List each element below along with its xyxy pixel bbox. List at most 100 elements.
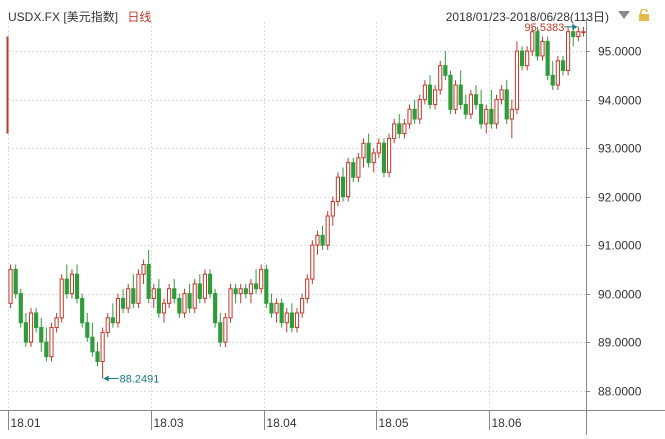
candle-body — [182, 293, 187, 314]
candle-body — [550, 74, 555, 86]
candle-body — [448, 74, 453, 110]
candle-body — [23, 322, 28, 343]
y-tick-label: 89.0000 — [598, 336, 642, 350]
candle-body — [443, 65, 448, 76]
candle-body — [361, 142, 366, 159]
candle-body — [74, 273, 80, 299]
candle-body — [340, 176, 346, 198]
candle-body — [509, 108, 514, 120]
candle-body — [576, 31, 581, 38]
candle-body — [284, 312, 289, 324]
candle-body — [259, 268, 264, 290]
y-tick-label: 88.0000 — [598, 385, 642, 399]
candle-body — [433, 89, 438, 105]
candle-body — [80, 297, 85, 324]
candle-body — [172, 288, 177, 299]
candle-body — [223, 317, 228, 343]
candle-body — [504, 89, 509, 120]
candle-body — [402, 123, 407, 135]
candle-body — [238, 288, 243, 295]
candle-body — [202, 273, 208, 299]
candle-body — [141, 264, 146, 275]
candle-body — [105, 317, 110, 333]
candle-body — [90, 336, 95, 353]
candle-body — [545, 40, 550, 76]
candle-body — [397, 123, 402, 135]
high-value-label: 95.5383 — [525, 22, 565, 34]
y-tick-label: 94.0000 — [598, 94, 642, 108]
candle-body — [187, 293, 192, 309]
candle-body — [39, 327, 44, 343]
candle-body — [110, 317, 115, 324]
low-value-label: 88.2491 — [120, 373, 160, 385]
candle-body — [300, 297, 305, 314]
candle-body — [54, 317, 59, 329]
high-arrow-icon — [572, 23, 578, 30]
candle-body — [453, 84, 458, 110]
candle-body — [28, 312, 34, 343]
candle-body — [156, 288, 161, 314]
candle-body — [146, 264, 151, 299]
candle-body — [248, 283, 254, 295]
candle-body — [218, 322, 223, 343]
low-arrow-icon — [103, 375, 109, 382]
candle-body — [289, 312, 294, 329]
candle-body — [386, 137, 392, 173]
candle-body — [376, 142, 381, 154]
candle-body — [479, 103, 484, 125]
candle-body — [366, 142, 371, 164]
candle-body — [489, 108, 494, 125]
candle-body — [351, 162, 356, 178]
candle-body — [44, 341, 49, 358]
candle-body — [151, 288, 156, 299]
candle-body — [392, 123, 397, 139]
candle-body — [356, 157, 361, 178]
candle-body — [371, 152, 376, 164]
y-tick-label: 90.0000 — [598, 288, 642, 302]
candle-body — [412, 108, 417, 120]
candle-body — [335, 176, 341, 202]
candle-body — [484, 108, 489, 125]
candle-body — [100, 331, 105, 362]
candle-body — [161, 302, 167, 314]
candle-body — [197, 283, 202, 299]
candle-body — [8, 268, 13, 304]
candle-body — [346, 162, 351, 198]
candle-body — [274, 302, 279, 314]
y-tick-label: 93.0000 — [598, 142, 642, 156]
candle-body — [381, 142, 387, 173]
candle-body — [514, 50, 520, 110]
candle-body — [468, 94, 473, 115]
candle-body — [213, 293, 218, 324]
y-tick-label: 92.0000 — [598, 191, 642, 205]
candle-body — [525, 50, 530, 67]
candle-body — [540, 40, 545, 57]
candle-body — [13, 268, 18, 295]
x-tick-label: 18.03 — [154, 416, 184, 430]
candle-body — [422, 84, 427, 101]
candle-body — [228, 288, 233, 319]
candle-body — [581, 31, 586, 34]
candle-body — [463, 103, 468, 115]
x-tick-label: 18.05 — [379, 416, 409, 430]
candle-body — [64, 278, 69, 295]
candle-body — [69, 273, 75, 295]
candle-body — [136, 273, 141, 304]
candlestick-chart: 88.0000 89.0000 90.0000 91.0000 92.0000 93.00… — [0, 18, 665, 435]
candle-body — [320, 234, 325, 246]
candle-body — [294, 312, 300, 329]
candle-body — [315, 234, 320, 246]
candle-body — [535, 31, 540, 57]
candle-body — [407, 108, 412, 125]
candle-body — [571, 31, 576, 38]
candle-body — [121, 297, 126, 309]
y-tick-label: 95.0000 — [598, 45, 642, 59]
x-tick-label: 18.01 — [11, 416, 41, 430]
candle-body — [310, 244, 315, 280]
candle-body — [305, 278, 310, 299]
candle-body — [530, 31, 535, 52]
candle-body — [279, 302, 284, 324]
candle-body — [264, 268, 269, 304]
candle-body — [494, 99, 499, 125]
candle-body — [555, 60, 560, 86]
